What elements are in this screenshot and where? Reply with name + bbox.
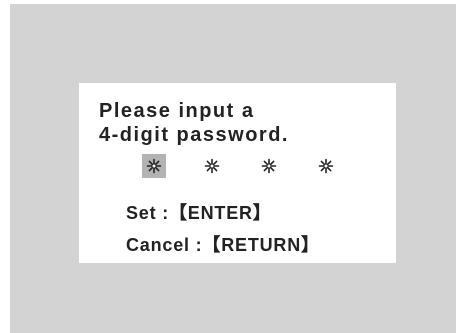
asterisk-icon — [318, 158, 334, 174]
password-digit-1[interactable] — [142, 154, 166, 178]
asterisk-icon — [146, 158, 162, 174]
cancel-return-hint: Cancel :【RETURN】 — [126, 235, 320, 255]
password-dialog: Please input a 4-digit password. Set:【E… — [79, 83, 396, 263]
asterisk-icon — [261, 158, 277, 174]
set-enter-hint: Set :【ENTER】 — [126, 203, 272, 223]
prompt-line-2: 4-digit password. — [99, 124, 289, 146]
asterisk-icon — [204, 158, 220, 174]
screen-background: Please input a 4-digit password. Set:【E… — [10, 4, 456, 333]
password-prompt: Please input a 4-digit password. — [99, 99, 289, 147]
password-digit-row[interactable] — [142, 154, 342, 178]
prompt-line-1: Please input a — [99, 100, 255, 122]
password-digit-2[interactable] — [200, 154, 224, 178]
password-digit-3[interactable] — [257, 154, 281, 178]
password-digit-4[interactable] — [314, 154, 338, 178]
